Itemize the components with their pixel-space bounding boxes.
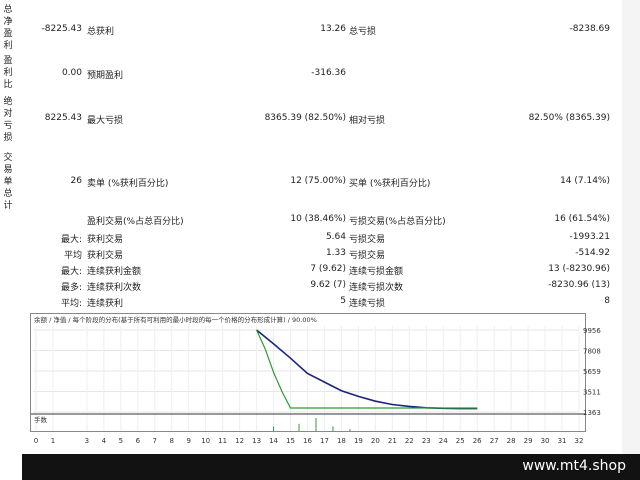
row-prefix: 最多: xyxy=(60,283,82,293)
x-tick-label: 12 xyxy=(235,437,244,445)
x-tick-label: 3 xyxy=(85,437,89,445)
x-tick-label: 1 xyxy=(51,437,55,445)
row-label: 亏损交易 xyxy=(349,251,386,261)
x-tick-label: 16 xyxy=(303,437,312,445)
max-drawdown-label: 最大亏损 xyxy=(87,116,124,126)
row-label: 亏损交易 xyxy=(349,235,386,245)
row-label: 连续获利次数 xyxy=(87,283,142,293)
profit-factor-label: 盈利比 xyxy=(3,56,13,90)
x-tick-label: 27 xyxy=(490,437,499,445)
balance-chart-svg: 995678085659351113630 1 3 4 5 6 7 8 9 10 11 12 13 14 1… xyxy=(31,315,601,445)
row-label: 连续亏损金额 xyxy=(349,267,404,277)
total-trades-value: 26 xyxy=(70,176,82,186)
x-tick-label: 21 xyxy=(388,437,397,445)
y-tick-label: 1363 xyxy=(583,409,601,417)
x-tick-label: 28 xyxy=(507,437,516,445)
row-value: 5 xyxy=(340,296,346,306)
chart-legend: 余额 / 净值 / 每个阶段的分布(基于所有可利用的最小时段的每一个价格的分布形… xyxy=(34,315,317,324)
x-tick-label: 6 xyxy=(136,437,141,445)
footer-bar: www.mt4.shop xyxy=(22,454,640,480)
x-tick-label: 9 xyxy=(186,437,190,445)
profit-factor-value: 0.00 xyxy=(61,68,82,78)
relative-drawdown-label: 相对亏损 xyxy=(349,116,386,126)
expected-payoff-label: 预期盈利 xyxy=(87,71,124,81)
scrollbar[interactable] xyxy=(622,0,640,454)
x-tick-label: 31 xyxy=(558,437,567,445)
x-tick-label: 17 xyxy=(320,437,329,445)
loss-trades-value: 16 (61.54%) xyxy=(554,214,610,224)
short-positions-label: 卖单 (%获利百分比) xyxy=(87,179,169,189)
x-tick-label: 29 xyxy=(524,437,533,445)
x-tick-label: 10 xyxy=(201,437,210,445)
short-positions-value: 12 (75.00%) xyxy=(290,176,346,186)
x-tick-label: 19 xyxy=(354,437,363,445)
x-tick-label: 15 xyxy=(286,437,295,445)
long-positions-value: 14 (7.14%) xyxy=(560,176,610,186)
balance-line xyxy=(256,329,478,410)
x-tick-label: 22 xyxy=(405,437,414,445)
row-value: -514.92 xyxy=(575,248,610,258)
row-value: 1.33 xyxy=(325,248,346,258)
equity-line xyxy=(256,329,478,409)
row-value: 13 (-8230.96) xyxy=(548,264,610,274)
volume-label: 手数 xyxy=(34,415,48,424)
max-drawdown-value: 8365.39 (82.50%) xyxy=(264,113,346,123)
row-value: -8230.96 (13) xyxy=(548,280,610,290)
gross-loss-label: 总亏损 xyxy=(349,27,377,37)
y-tick-label: 7808 xyxy=(583,347,601,355)
row-prefix: 平均: xyxy=(60,299,82,309)
x-tick-label: 8 xyxy=(170,437,174,445)
x-tick-label: 13 xyxy=(252,437,261,445)
x-tick-label: 30 xyxy=(541,437,550,445)
watermark-text: www.mt4.shop xyxy=(522,458,626,474)
absolute-drawdown-label: 绝对亏损 xyxy=(3,97,13,143)
x-tick-label: 24 xyxy=(439,437,448,445)
y-tick-label: 3511 xyxy=(583,389,601,397)
expected-payoff-value: -316.36 xyxy=(311,68,346,78)
loss-trades-label: 亏损交易(%占总百分比) xyxy=(349,217,446,227)
row-value: 8 xyxy=(604,296,610,306)
x-tick-label: 26 xyxy=(473,437,482,445)
net-profit-value: -8225.43 xyxy=(41,24,82,34)
row-prefix: 最大: xyxy=(60,267,82,277)
x-tick-label: 23 xyxy=(422,437,431,445)
x-tick-label: 4 xyxy=(102,437,107,445)
x-tick-label: 5 xyxy=(119,437,123,445)
x-tick-label: 25 xyxy=(456,437,465,445)
row-value: -1993.21 xyxy=(569,232,610,242)
net-profit-label: 总净盈利 xyxy=(3,5,13,51)
y-tick-label: 9956 xyxy=(583,327,601,335)
x-tick-label: 18 xyxy=(337,437,346,445)
gross-profit-label: 总获利 xyxy=(87,27,115,37)
profit-trades-value: 10 (38.46%) xyxy=(290,214,346,224)
row-label: 连续亏损次数 xyxy=(349,283,404,293)
row-label: 获利交易 xyxy=(87,235,124,245)
row-label: 连续获利 xyxy=(87,299,124,309)
long-positions-label: 买单 (%获利百分比) xyxy=(349,179,431,189)
x-tick-label: 0 xyxy=(34,437,38,445)
row-label: 获利交易 xyxy=(87,251,124,261)
total-trades-label: 交易单总计 xyxy=(3,153,13,211)
row-prefix: 平均 xyxy=(63,251,82,261)
y-tick-label: 5659 xyxy=(583,368,601,376)
row-label: 连续亏损 xyxy=(349,299,386,309)
row-value: 5.64 xyxy=(325,232,346,242)
absolute-drawdown-value: 8225.43 xyxy=(44,113,82,123)
gross-loss-value: -8238.69 xyxy=(569,24,610,34)
row-value: 7 (9.62) xyxy=(310,264,346,274)
balance-chart: 9956 7808 5659 3511 1363 0 1 3 4 5 6 7 8 9 10 11 12 13 14 1… xyxy=(30,313,601,445)
row-value: 9.62 (7) xyxy=(310,280,346,290)
x-tick-label: 20 xyxy=(371,437,380,445)
row-prefix: 最大: xyxy=(60,235,82,245)
relative-drawdown-value: 82.50% (8365.39) xyxy=(528,113,610,123)
gross-profit-value: 13.26 xyxy=(320,24,346,34)
x-tick-label: 32 xyxy=(575,437,584,445)
x-tick-label: 11 xyxy=(218,437,227,445)
profit-trades-label: 盈利交易(%占总百分比) xyxy=(87,217,184,227)
x-tick-label: 7 xyxy=(153,437,157,445)
x-tick-label: 14 xyxy=(269,437,278,445)
row-label: 连续获利金额 xyxy=(87,267,142,277)
